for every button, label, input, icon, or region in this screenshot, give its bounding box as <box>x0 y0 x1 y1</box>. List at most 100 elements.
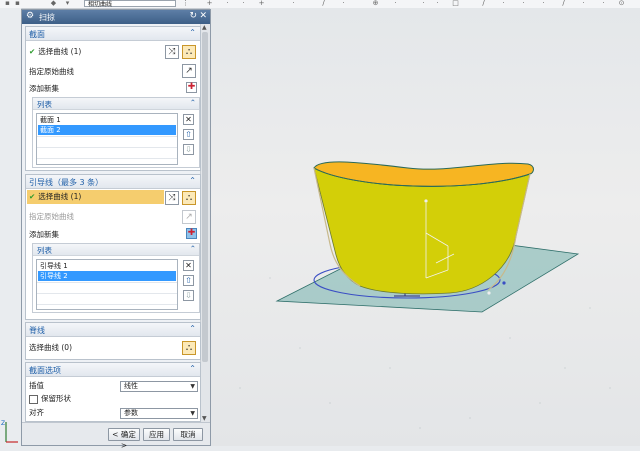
chevron-down-icon: ▼ <box>190 383 195 390</box>
toolbar-icon[interactable]: + <box>258 0 265 7</box>
collapse-icon[interactable]: ⌃ <box>190 244 196 253</box>
toolbar-icon[interactable]: · <box>600 0 607 7</box>
add-set-icon[interactable]: ✚ <box>186 228 197 239</box>
toolbar-icon[interactable]: / <box>320 0 327 7</box>
list-item[interactable]: 截面 2 <box>38 125 176 135</box>
add-set-icon[interactable]: ✚ <box>186 82 197 93</box>
section-specify-origin[interactable]: 指定原始曲线 <box>29 66 74 78</box>
coordinate-triad-icon: Z <box>1 420 18 443</box>
guides-specify-origin: 指定原始曲线 <box>29 212 74 221</box>
toolbar-icon[interactable]: ▪ <box>14 0 21 7</box>
toolbar-icon[interactable]: · <box>540 0 547 7</box>
toolbar-icon[interactable]: ⊕ <box>372 0 379 7</box>
toolbar-icon[interactable]: · <box>392 0 399 7</box>
guides-list-group: 列表 ⌃ 引导线 1 引导线 2 ✕ ⇧ ⇩ <box>32 243 200 313</box>
checkbox[interactable] <box>29 394 38 404</box>
guides-add-new-set[interactable]: 添加新集 <box>29 229 59 241</box>
dialog-scrollbar[interactable]: ▲ ▼ <box>200 24 210 422</box>
move-up-icon[interactable]: ⇧ <box>183 275 194 286</box>
toolbar-icon[interactable]: · <box>520 0 527 7</box>
toolbar-icon[interactable]: · <box>434 0 441 7</box>
check-icon: ✔ <box>29 192 36 201</box>
spine-select-curve[interactable]: 选择曲线 (0) <box>29 342 72 354</box>
interp-label: 插值 <box>29 381 44 390</box>
sweep-model[interactable] <box>210 8 640 446</box>
selection-filter-select[interactable]: 相切曲线 <box>84 0 176 8</box>
curve-rule-icon[interactable]: ⛬ <box>182 191 196 205</box>
collapse-icon[interactable]: ⌃ <box>189 364 196 373</box>
reverse-direction-icon[interactable]: ⤨ <box>165 191 179 205</box>
guides-group: 引导线（最多 3 条） ⌃ ✔ 选择曲线 (1) ⤨ ⛬ 指定原始曲线 ↗ 添加新… <box>25 174 201 320</box>
scroll-thumb[interactable] <box>202 32 208 362</box>
guides-header[interactable]: 引导线（最多 3 条） ⌃ <box>26 175 200 189</box>
move-up-icon[interactable]: ⇧ <box>183 129 194 140</box>
section-curves-group: 截面 ⌃ ✔ 选择曲线 (1) ⤨ ⛬ 指定原始曲线 ↗ 添加新集 ✚ 列表 ⌃ … <box>25 26 201 171</box>
align-select[interactable]: 参数 ▼ <box>120 408 198 419</box>
reset-icon[interactable]: ↻ <box>189 11 197 21</box>
list-item[interactable]: 引导线 2 <box>38 271 176 281</box>
section-add-new-set[interactable]: 添加新集 <box>29 83 59 95</box>
guides-listbox[interactable]: 引导线 1 引导线 2 <box>36 259 178 310</box>
spine-header[interactable]: 脊线 ⌃ <box>26 323 200 337</box>
scroll-down-icon[interactable]: ▼ <box>202 415 207 422</box>
section-select-curve[interactable]: ✔ 选择曲线 (1) <box>29 46 81 58</box>
toolbar-icon[interactable]: · <box>580 0 587 7</box>
toolbar-icon[interactable]: ▪ <box>4 0 11 7</box>
toolbar-icon[interactable]: ⋮ <box>182 0 189 7</box>
section-list-group: 列表 ⌃ 截面 1 截面 2 ✕ ⇧ ⇩ <box>32 97 200 168</box>
chevron-down-icon: ▼ <box>190 410 195 417</box>
collapse-icon[interactable]: ⌃ <box>189 324 196 333</box>
toolbar-icon[interactable]: · <box>290 0 297 7</box>
toolbar-icon[interactable]: ◆ <box>50 0 57 7</box>
toolbar-icon[interactable]: + <box>206 0 213 7</box>
move-down-icon[interactable]: ⇩ <box>183 144 194 155</box>
remove-icon[interactable]: ✕ <box>183 114 194 125</box>
curve-rule-icon[interactable]: ⛬ <box>182 45 196 59</box>
toolbar-icon[interactable]: / <box>480 0 487 7</box>
toolbar-icon[interactable]: □ <box>452 0 459 7</box>
toolbar-icon[interactable]: ▾ <box>64 0 71 7</box>
toolbar-icon[interactable]: ⊙ <box>618 0 625 7</box>
collapse-icon[interactable]: ⌃ <box>190 98 196 107</box>
toolbar-icon[interactable]: · <box>500 0 507 7</box>
ok-button[interactable]: < 确定 > <box>108 428 140 450</box>
check-icon: ✔ <box>29 47 36 56</box>
section-curves-header[interactable]: 截面 ⌃ <box>26 27 200 41</box>
toolbar-icon[interactable]: · <box>340 0 347 7</box>
collapse-icon[interactable]: ⌃ <box>189 176 196 185</box>
guides-list-header[interactable]: 列表 ⌃ <box>33 244 199 256</box>
spine-group: 脊线 ⌃ 选择曲线 (0) ⛬ <box>25 322 201 360</box>
align-label: 对齐 <box>29 408 44 417</box>
origin-curve-icon: ↗ <box>182 210 196 224</box>
toolbar-icon[interactable]: · <box>224 0 231 7</box>
list-item[interactable]: 截面 1 <box>38 115 176 125</box>
scroll-up-icon[interactable]: ▲ <box>202 24 207 31</box>
gear-icon[interactable]: ⚙ <box>26 11 34 21</box>
section-listbox[interactable]: 截面 1 截面 2 <box>36 113 178 165</box>
dialog-footer: < 确定 > 应用 取消 <box>22 422 210 450</box>
toolbar-icon[interactable]: · <box>240 0 247 7</box>
origin-curve-icon[interactable]: ↗ <box>182 64 196 78</box>
cancel-button[interactable]: 取消 <box>173 428 203 441</box>
apply-button[interactable]: 应用 <box>143 428 170 441</box>
preserve-shape-checkbox[interactable]: 保留形状 <box>29 393 71 405</box>
collapse-icon[interactable]: ⌃ <box>189 28 196 37</box>
section-options-group: 截面选项 ⌃ 插值 线性 ▼ 保留形状 对齐 参数 ▼ <box>25 362 201 422</box>
section-options-header[interactable]: 截面选项 ⌃ <box>26 363 200 377</box>
svg-text:Z: Z <box>1 420 5 427</box>
curve-rule-icon[interactable]: ⛬ <box>182 341 196 355</box>
close-icon[interactable]: ✕ <box>199 11 207 21</box>
move-down-icon[interactable]: ⇩ <box>183 290 194 301</box>
interp-select[interactable]: 线性 ▼ <box>120 381 198 392</box>
section-list-header[interactable]: 列表 ⌃ <box>33 98 199 110</box>
list-item[interactable]: 引导线 1 <box>38 261 176 271</box>
remove-icon[interactable]: ✕ <box>183 260 194 271</box>
toolbar-icon[interactable]: · <box>420 0 427 7</box>
guides-select-curve[interactable]: ✔ 选择曲线 (1) <box>29 191 81 203</box>
graphics-viewport[interactable] <box>210 8 640 446</box>
toolbar-icon[interactable]: / <box>560 0 567 7</box>
reverse-direction-icon[interactable]: ⤨ <box>165 45 179 59</box>
resource-bar <box>0 8 22 446</box>
sweep-dialog: ⚙ 扫掠 ↻ ✕ ▲ ▼ 截面 ⌃ ✔ 选择曲线 (1) ⤨ ⛬ 指定原始曲线 ↗… <box>21 9 211 450</box>
dialog-titlebar[interactable]: ⚙ 扫掠 ↻ ✕ <box>22 10 210 24</box>
